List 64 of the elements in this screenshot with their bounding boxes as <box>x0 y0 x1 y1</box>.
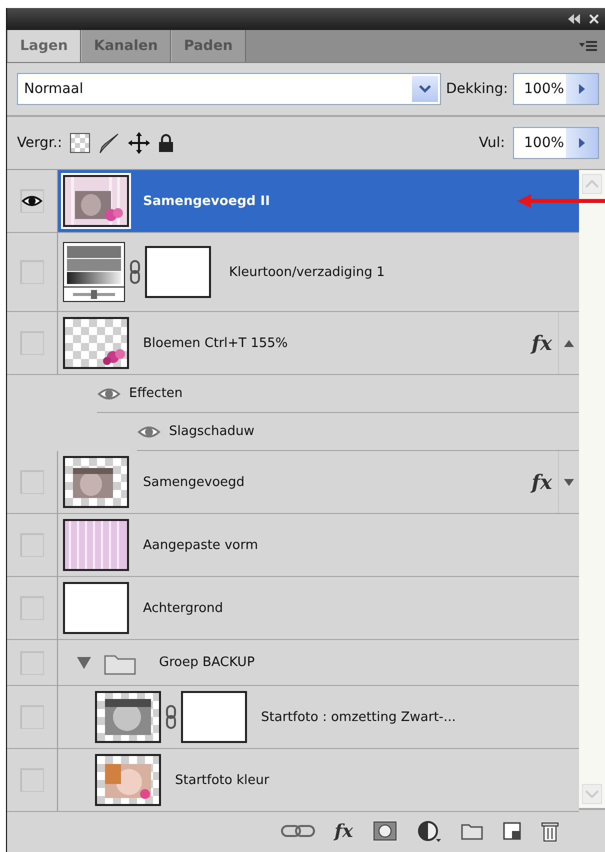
layer-row[interactable]: Startfoto kleur <box>7 749 579 812</box>
effect-name: Slagschaduw <box>169 424 254 439</box>
adjustment-icon <box>63 242 125 302</box>
opacity-field[interactable]: 100% <box>513 73 599 105</box>
trash-icon[interactable] <box>541 820 559 842</box>
lock-transparency-icon[interactable] <box>70 133 90 153</box>
chevron-right-icon[interactable] <box>578 83 586 95</box>
visibility-toggle[interactable] <box>20 533 44 557</box>
fill-label: Vul: <box>478 135 505 151</box>
blend-mode-dropdown[interactable]: Normaal <box>17 73 442 105</box>
new-layer-icon[interactable] <box>503 822 521 840</box>
layer-name: Achtergrond <box>143 600 224 616</box>
opacity-label: Dekking: <box>446 81 508 97</box>
visibility-toggle[interactable] <box>20 596 44 620</box>
layer-name: Kleurtoon/verzadiging 1 <box>229 264 385 280</box>
fx-label: fx <box>531 470 552 494</box>
visibility-toggle[interactable] <box>20 768 44 792</box>
chevron-right-icon[interactable] <box>578 137 586 149</box>
add-style-button[interactable]: fx <box>334 820 353 842</box>
visibility-toggle[interactable] <box>20 331 44 355</box>
move-icon[interactable] <box>128 132 150 154</box>
layer-name: Bloemen Ctrl+T 155% <box>143 336 288 350</box>
effect-name: Effecten <box>129 386 183 401</box>
chain-icon[interactable] <box>129 260 141 284</box>
layer-row[interactable]: Groep BACKUP <box>7 640 579 686</box>
expand-triangle-icon[interactable] <box>77 656 91 668</box>
layer-name: Samengevoegd <box>143 474 245 490</box>
mask-thumbnail <box>183 693 245 741</box>
menu-icon[interactable] <box>579 40 597 52</box>
visibility-toggle[interactable] <box>20 189 44 213</box>
visibility-toggle[interactable] <box>20 260 44 284</box>
layer-name: Startfoto kleur <box>175 772 270 788</box>
mask-icon[interactable] <box>373 821 397 841</box>
visibility-toggle[interactable] <box>20 705 44 729</box>
layer-row[interactable]: Startfoto : omzetting Zwart-... <box>7 686 579 749</box>
triangle-icon <box>564 340 574 346</box>
mask-thumbnail <box>147 248 209 296</box>
layer-row[interactable]: Aangepaste vorm <box>7 514 579 577</box>
layer-row[interactable]: Kleurtoon/verzadiging 1 <box>7 233 579 312</box>
layer-row[interactable]: Samengevoegd fx <box>7 451 579 514</box>
layer-row[interactable]: Samengevoegd II <box>7 170 579 233</box>
layer-thumbnail <box>65 584 127 632</box>
layer-row[interactable]: Achtergrond <box>7 577 579 640</box>
layer-row[interactable]: Bloemen Ctrl+T 155% fx <box>7 312 579 375</box>
triangle-icon <box>564 478 574 486</box>
collapse-icon[interactable] <box>567 14 581 24</box>
lock-icon[interactable] <box>158 133 174 153</box>
brush-icon[interactable] <box>98 132 120 154</box>
panel-tab[interactable]: Lagen <box>7 30 81 62</box>
fx-label: fx <box>531 331 552 355</box>
adjustment-layer-icon[interactable] <box>417 820 441 842</box>
lock-label: Vergr.: <box>17 135 62 151</box>
chevron-down-icon <box>419 85 432 93</box>
layer-name: Aangepaste vorm <box>143 538 258 552</box>
chain-icon[interactable] <box>165 705 177 729</box>
close-icon[interactable] <box>589 14 599 24</box>
layer-name: Samengevoegd II <box>143 194 270 208</box>
visibility-toggle[interactable] <box>20 470 44 494</box>
layer-name: Startfoto : omzetting Zwart-... <box>261 710 456 724</box>
fill-field[interactable]: 100% <box>513 127 599 159</box>
link-icon[interactable] <box>280 824 315 838</box>
visibility-toggle[interactable] <box>20 650 44 674</box>
folder-icon[interactable] <box>461 822 483 840</box>
group-name: Groep BACKUP <box>159 655 255 670</box>
